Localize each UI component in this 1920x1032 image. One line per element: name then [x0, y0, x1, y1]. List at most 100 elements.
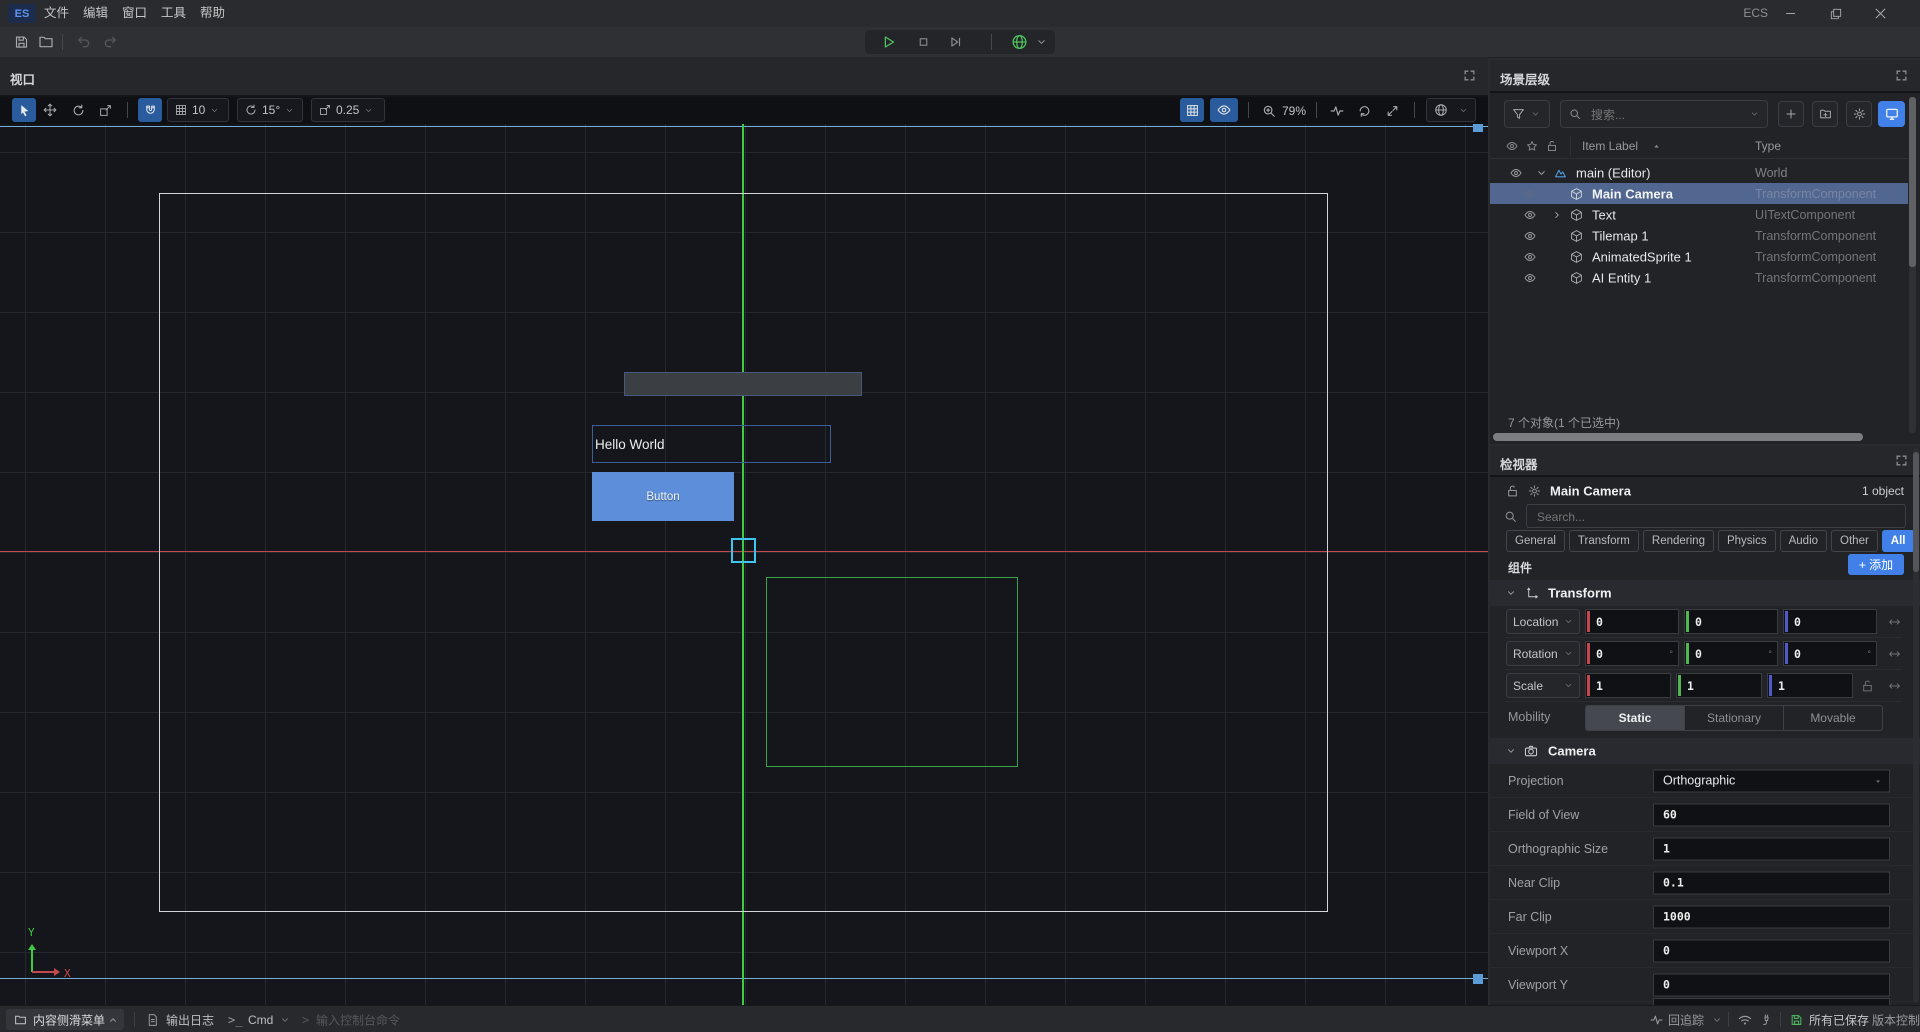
field-of-view-field[interactable] — [1653, 803, 1890, 826]
gear-icon[interactable] — [1528, 484, 1541, 497]
eye-icon[interactable] — [1524, 230, 1536, 242]
add-component-button[interactable]: + 添加 — [1848, 554, 1904, 575]
rotation-snap-dropdown[interactable]: 15° — [237, 98, 303, 122]
entity-bounds-rect[interactable] — [766, 577, 1018, 767]
eye-icon[interactable] — [1524, 209, 1536, 221]
mobility-stationary[interactable]: Stationary — [1684, 706, 1783, 730]
chevron-right-icon[interactable] — [1552, 210, 1562, 220]
panel-expand-icon[interactable] — [1895, 454, 1908, 467]
inspector-search-input[interactable] — [1535, 505, 1839, 529]
scale-tool-button[interactable] — [93, 98, 117, 122]
tab-physics[interactable]: Physics — [1718, 530, 1776, 552]
close-button[interactable] — [1858, 0, 1903, 27]
stop-icon[interactable] — [917, 36, 930, 49]
zoom-icon[interactable] — [1262, 104, 1276, 118]
add-entity-button[interactable] — [1778, 101, 1804, 127]
row-label[interactable]: Main Camera — [1592, 186, 1673, 201]
hierarchy-row-tilemap[interactable]: Tilemap 1 TransformComponent — [1490, 225, 1908, 246]
field-of-view-input[interactable] — [1663, 804, 1851, 825]
column-item-label[interactable]: Item Label — [1582, 139, 1638, 153]
panel-object[interactable] — [624, 372, 862, 396]
hierarchy-row-text[interactable]: Text UITextComponent — [1490, 204, 1908, 225]
orthographic-size-field[interactable] — [1653, 837, 1890, 860]
stats-icon[interactable] — [1330, 104, 1344, 118]
viewport-x-input[interactable] — [1663, 940, 1851, 961]
world-view-dropdown[interactable] — [1426, 98, 1476, 122]
add-folder-button[interactable] — [1812, 101, 1838, 127]
redo-icon[interactable] — [102, 34, 118, 50]
inspector-search-box[interactable] — [1526, 504, 1906, 528]
scale-z-input[interactable] — [1778, 674, 1837, 697]
scale-snap-dropdown[interactable]: 0.25 — [311, 98, 385, 122]
tab-rendering[interactable]: Rendering — [1643, 530, 1714, 552]
menu-window[interactable]: 窗口 — [114, 0, 155, 27]
row-label[interactable]: AnimatedSprite 1 — [1592, 249, 1692, 264]
select-tool-button[interactable] — [12, 98, 36, 122]
scale-x-field[interactable] — [1585, 673, 1671, 698]
content-drawer-button[interactable]: 内容侧滑菜单 — [6, 1009, 124, 1030]
rotation-x-field[interactable]: ° — [1585, 641, 1679, 666]
step-icon[interactable] — [949, 35, 963, 49]
chevron-down-icon[interactable] — [1506, 746, 1516, 756]
tab-all[interactable]: All — [1882, 530, 1915, 552]
scale-z-field[interactable] — [1767, 673, 1853, 698]
scene-canvas[interactable]: Hello World Button Y X — [0, 124, 1488, 1005]
play-icon[interactable] — [881, 35, 896, 50]
viewport-y-field[interactable] — [1653, 973, 1890, 996]
horizontal-scrollbar[interactable] — [1493, 433, 1863, 441]
hierarchy-row-ai-entity[interactable]: AI Entity 1 TransformComponent — [1490, 267, 1908, 288]
globe-icon[interactable] — [1011, 34, 1028, 51]
version-control-button[interactable]: 版本控制 — [1872, 1011, 1920, 1028]
scale-y-input[interactable] — [1687, 674, 1746, 697]
mobility-static[interactable]: Static — [1586, 706, 1684, 730]
rotation-y-field[interactable]: ° — [1684, 641, 1778, 666]
tab-other[interactable]: Other — [1831, 530, 1878, 552]
location-z-input[interactable] — [1794, 610, 1858, 633]
tab-audio[interactable]: Audio — [1780, 530, 1827, 552]
inspector-scrollbar-thumb[interactable] — [1913, 452, 1919, 572]
far-clip-field[interactable] — [1653, 905, 1890, 928]
location-y-field[interactable] — [1684, 609, 1778, 634]
eye-icon[interactable] — [1524, 272, 1536, 284]
open-folder-icon[interactable] — [38, 34, 54, 50]
save-icon[interactable] — [14, 35, 29, 50]
location-x-input[interactable] — [1596, 610, 1660, 633]
inspector-scrollbar-track[interactable] — [1913, 448, 1919, 1003]
filter-dropdown[interactable] — [1504, 100, 1550, 128]
vertical-scrollbar-thumb[interactable] — [1909, 97, 1916, 267]
rotation-x-input[interactable] — [1596, 642, 1660, 665]
camera-gizmo[interactable] — [731, 538, 756, 563]
reset-values-icon[interactable] — [1888, 615, 1901, 628]
rotation-z-field[interactable]: ° — [1783, 641, 1877, 666]
hierarchy-row-world[interactable]: main (Editor) World — [1490, 162, 1908, 183]
menu-help[interactable]: 帮助 — [192, 0, 233, 27]
grid-snap-dropdown[interactable]: 10 — [167, 98, 229, 122]
viewport-x-field[interactable] — [1653, 939, 1890, 962]
tab-general[interactable]: General — [1506, 530, 1565, 552]
chevron-down-icon[interactable] — [280, 1015, 290, 1025]
guide-handle[interactable] — [1473, 124, 1483, 132]
snap-toggle-button[interactable] — [138, 98, 162, 122]
near-clip-input[interactable] — [1663, 872, 1851, 893]
button-object[interactable]: Button — [592, 472, 734, 521]
menu-edit[interactable]: 编辑 — [75, 0, 116, 27]
lock-icon[interactable] — [1506, 484, 1519, 497]
sort-ascending-icon[interactable] — [1652, 142, 1661, 151]
lock-scale-icon[interactable] — [1861, 679, 1874, 692]
move-tool-button[interactable] — [38, 98, 62, 122]
undo-icon[interactable] — [76, 34, 92, 50]
menu-tools[interactable]: 工具 — [153, 0, 194, 27]
eye-icon[interactable] — [1524, 251, 1536, 263]
location-y-input[interactable] — [1695, 610, 1759, 633]
chevron-down-icon[interactable] — [1036, 37, 1047, 48]
output-log-button[interactable]: 输出日志 — [166, 1011, 214, 1028]
menu-file[interactable]: 文件 — [36, 0, 77, 27]
app-logo[interactable]: ES — [8, 4, 36, 23]
location-mode-dropdown[interactable]: Location — [1506, 609, 1580, 634]
far-clip-input[interactable] — [1663, 906, 1851, 927]
transform-section-header[interactable]: Transform — [1490, 580, 1920, 606]
star-icon[interactable] — [1526, 140, 1538, 152]
rotate-tool-button[interactable] — [66, 98, 90, 122]
near-clip-field[interactable] — [1653, 871, 1890, 894]
projection-dropdown[interactable]: Orthographic — [1653, 769, 1890, 792]
